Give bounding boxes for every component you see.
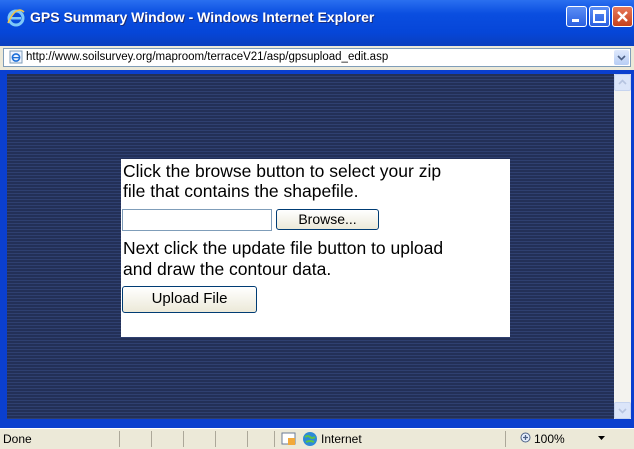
- zoom-dropdown-icon[interactable]: [598, 436, 606, 442]
- status-separator: [183, 431, 184, 447]
- protected-mode-icon: [281, 432, 296, 445]
- address-bar: http://www.soilsurvey.org/maproom/terrac…: [0, 46, 634, 70]
- maximize-icon: [593, 10, 606, 23]
- minimize-icon: [572, 19, 579, 22]
- page-icon: [9, 50, 23, 64]
- file-path-input[interactable]: [122, 209, 272, 231]
- upload-file-button[interactable]: Upload File: [122, 286, 257, 313]
- zoom-level[interactable]: 100%: [534, 432, 565, 446]
- instruction-browse-line1: Click the browse button to select your z…: [123, 161, 442, 181]
- globe-icon: [303, 432, 317, 446]
- browse-button[interactable]: Browse...: [276, 209, 379, 230]
- scroll-up-button[interactable]: [614, 74, 631, 91]
- close-button[interactable]: [612, 6, 633, 27]
- address-field[interactable]: http://www.soilsurvey.org/maproom/terrac…: [3, 48, 631, 67]
- vertical-scrollbar[interactable]: [614, 74, 631, 419]
- status-separator: [215, 431, 216, 447]
- window-left-border: [0, 70, 7, 428]
- internet-explorer-icon: [7, 9, 25, 27]
- status-separator: [119, 431, 120, 447]
- security-zone-label: Internet: [321, 432, 362, 446]
- scroll-down-button[interactable]: [614, 402, 631, 419]
- status-bar: Done Internet 100%: [0, 428, 634, 449]
- status-separator: [274, 431, 275, 447]
- status-separator: [151, 431, 152, 447]
- address-url: http://www.soilsurvey.org/maproom/terrac…: [26, 51, 389, 63]
- browser-window: GPS Summary Window - Windows Internet Ex…: [0, 0, 634, 449]
- zoom-icon: [520, 432, 531, 443]
- chevron-up-icon: [618, 79, 627, 85]
- upload-panel: Click the browse button to select your z…: [121, 159, 510, 337]
- instruction-browse-line2: file that contains the shapefile.: [123, 181, 359, 201]
- minimize-button[interactable]: [566, 6, 587, 27]
- status-separator: [505, 431, 506, 447]
- window-title: GPS Summary Window - Windows Internet Ex…: [30, 9, 375, 25]
- chevron-down-icon: [617, 55, 626, 61]
- maximize-button[interactable]: [589, 6, 610, 27]
- instruction-upload-line1: Next click the update file button to upl…: [123, 238, 444, 258]
- close-icon: [617, 11, 628, 22]
- chevron-down-icon: [618, 408, 627, 414]
- title-bar[interactable]: GPS Summary Window - Windows Internet Ex…: [0, 0, 634, 46]
- address-dropdown[interactable]: [614, 50, 629, 65]
- status-separator: [247, 431, 248, 447]
- status-text: Done: [3, 432, 32, 446]
- instruction-upload-line2: and draw the contour data.: [123, 259, 332, 279]
